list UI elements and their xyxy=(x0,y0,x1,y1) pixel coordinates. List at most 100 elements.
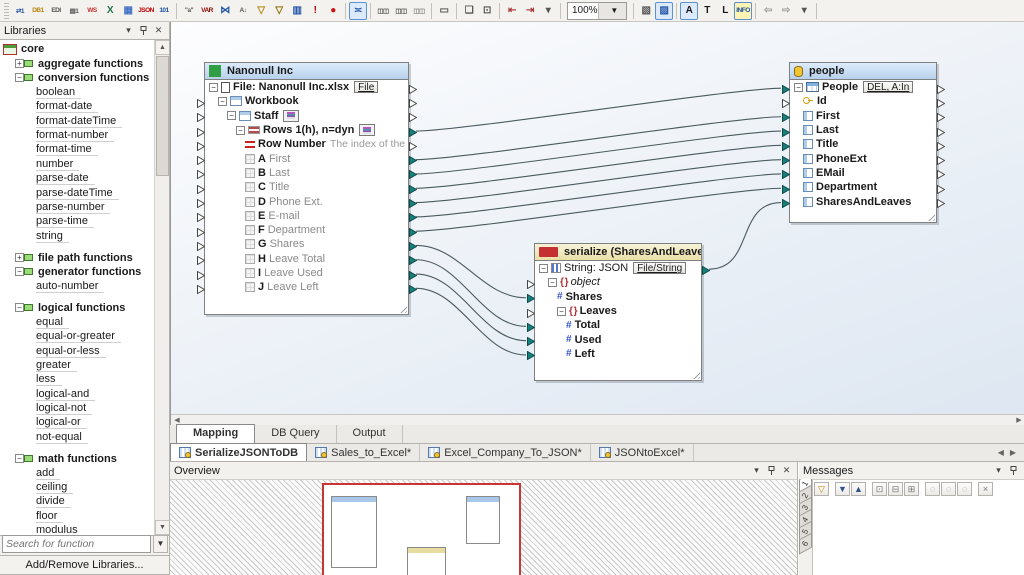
library-function-item[interactable]: string xyxy=(0,229,150,243)
add-remove-libraries-button[interactable]: Add/Remove Libraries... xyxy=(0,555,170,575)
connection-wire[interactable] xyxy=(415,116,782,161)
output-port[interactable] xyxy=(937,198,946,209)
output-port-connected[interactable] xyxy=(409,155,418,166)
show-types-toggle[interactable]: T xyxy=(698,2,716,20)
input-port-connected[interactable] xyxy=(527,322,536,333)
connection-wire[interactable] xyxy=(415,259,527,327)
forward-icon[interactable]: ⇨ xyxy=(777,2,795,20)
component-row[interactable]: Row Number The index of the r xyxy=(205,137,408,151)
pin-icon[interactable] xyxy=(137,24,150,37)
close-icon[interactable]: ✕ xyxy=(780,464,793,477)
mapping-canvas[interactable]: ◀ ▶ Nanonull Inc − File: Nanonull Inc.xlsx… xyxy=(170,22,1024,425)
component-title-serialize[interactable]: serialize (SharesAndLeaves) xyxy=(535,244,701,261)
library-group-item[interactable]: − conversion functions xyxy=(0,71,150,85)
component-row[interactable]: −{ } object xyxy=(535,275,701,289)
collapse-minus-icon[interactable]: − xyxy=(539,263,548,273)
canvas-hscrollbar[interactable]: ◀ ▶ xyxy=(171,414,1024,425)
component-row[interactable]: I Leave Used xyxy=(205,266,408,280)
zoom-dropdown-icon[interactable]: ▼ xyxy=(597,2,626,19)
input-port[interactable] xyxy=(197,98,206,109)
collapse-minus-icon[interactable]: − xyxy=(15,302,35,313)
output-port[interactable] xyxy=(937,170,946,180)
component-row[interactable]: − Workbook xyxy=(205,94,408,108)
file-tab-jsontoexcel-[interactable]: JSONtoExcel* xyxy=(591,444,694,461)
insert-database-icon[interactable]: DB1 xyxy=(29,2,47,20)
input-port-connected[interactable] xyxy=(782,84,791,95)
input-port-connected[interactable] xyxy=(782,184,791,195)
input-port[interactable] xyxy=(197,141,206,152)
input-port-connected[interactable] xyxy=(782,127,791,137)
insert-value-map-icon[interactable]: ▥ xyxy=(288,2,306,20)
input-port[interactable] xyxy=(197,270,206,280)
collapse-minus-icon[interactable]: − xyxy=(15,267,35,277)
insert-exception-icon[interactable]: ! xyxy=(306,2,324,20)
connection-wire[interactable] xyxy=(415,187,782,232)
library-group-item[interactable]: + aggregate functions xyxy=(0,56,150,70)
input-port-connected[interactable] xyxy=(527,336,536,347)
search-dropdown-icon[interactable]: ▼ xyxy=(153,535,168,553)
auto-connect-children-icon[interactable]: ≍ xyxy=(349,1,367,20)
library-function-item[interactable]: parse-time xyxy=(0,215,150,229)
scroll-right-icon[interactable]: ▶ xyxy=(1014,416,1024,425)
input-port[interactable] xyxy=(197,255,206,266)
connection-wire[interactable] xyxy=(415,244,527,299)
input-port[interactable] xyxy=(197,184,206,195)
show-tips-toggle[interactable]: INFO xyxy=(734,1,752,20)
overflow-icon[interactable]: ▾ xyxy=(539,2,557,20)
prev-message-icon[interactable]: ▲ xyxy=(851,482,866,496)
back-icon[interactable]: ⇦ xyxy=(759,2,777,20)
find-icon[interactable]: ◌ xyxy=(925,482,940,496)
output-port[interactable] xyxy=(937,98,946,109)
library-function-item[interactable]: format-dateTime xyxy=(0,114,150,128)
input-port[interactable] xyxy=(782,98,791,109)
overview-viewport[interactable] xyxy=(322,483,521,575)
library-group-item[interactable]: core xyxy=(0,42,150,56)
component-row[interactable]: C Title xyxy=(205,180,408,194)
library-function-item[interactable]: parse-date xyxy=(0,172,150,186)
file-button[interactable]: File xyxy=(354,81,379,94)
expand-plus-icon[interactable]: + xyxy=(15,252,35,263)
collapse-minus-icon[interactable]: − xyxy=(209,82,218,92)
insert-join-icon[interactable]: ⋈ xyxy=(216,2,234,20)
output-port[interactable] xyxy=(409,141,418,152)
input-port[interactable] xyxy=(197,284,206,295)
zoom-combobox[interactable]: 100% ▼ xyxy=(567,1,627,20)
output-port[interactable] xyxy=(937,84,946,95)
library-group-item[interactable]: − generator functions xyxy=(0,265,150,279)
input-port[interactable] xyxy=(197,155,206,166)
prev-bookmark-icon[interactable]: ⇤ xyxy=(503,2,521,20)
component-row[interactable]: − File: Nanonull Inc.xlsx File xyxy=(205,80,408,94)
library-function-item[interactable]: parse-dateTime xyxy=(0,186,150,200)
library-group-item[interactable]: + file path functions xyxy=(0,250,150,264)
copy-with-children-icon[interactable]: ⊟ xyxy=(888,482,903,496)
connection-wire[interactable] xyxy=(415,173,782,218)
output-port-connected[interactable] xyxy=(409,227,418,238)
component-row[interactable]: − Staff xyxy=(205,109,408,123)
input-port[interactable] xyxy=(197,198,206,209)
collapse-minus-icon[interactable]: − xyxy=(15,72,35,83)
search-input[interactable] xyxy=(2,535,151,553)
component-row[interactable]: −{ } Leaves xyxy=(535,304,701,318)
resize-handle[interactable] xyxy=(926,212,935,221)
scroll-up-icon[interactable]: ▲ xyxy=(155,40,169,55)
insert-excel-file-icon[interactable]: X xyxy=(101,2,119,20)
component-serialize[interactable]: serialize (SharesAndLeaves) − String: JSON… xyxy=(527,243,711,381)
component-row[interactable]: − People DEL, A:In xyxy=(790,80,936,94)
input-port[interactable] xyxy=(197,212,206,223)
input-port[interactable] xyxy=(197,170,206,180)
file-tab-excel-company-to-json-[interactable]: Excel_Company_To_JSON* xyxy=(420,444,591,461)
connection-wire[interactable] xyxy=(415,273,527,342)
insert-web-service-icon[interactable]: WS xyxy=(83,2,101,20)
panel-menu-icon[interactable]: ▾ xyxy=(122,24,135,37)
library-function-item[interactable]: boolean xyxy=(0,85,150,99)
connect-matching-source-icon[interactable]: ◫◫ xyxy=(374,2,392,20)
find-prev-icon[interactable]: ◌ xyxy=(957,482,972,496)
output-port[interactable] xyxy=(937,127,946,137)
library-function-item[interactable]: equal-or-less xyxy=(0,344,150,358)
input-port-connected[interactable] xyxy=(782,198,791,209)
component-title-nanonull[interactable]: Nanonull Inc xyxy=(205,63,408,80)
component-settings-button[interactable] xyxy=(283,109,300,122)
insert-sql-where-icon[interactable]: ▽ xyxy=(270,2,288,20)
copy-message-icon[interactable]: ⊡ xyxy=(872,482,887,496)
component-row[interactable]: Id xyxy=(790,94,936,108)
